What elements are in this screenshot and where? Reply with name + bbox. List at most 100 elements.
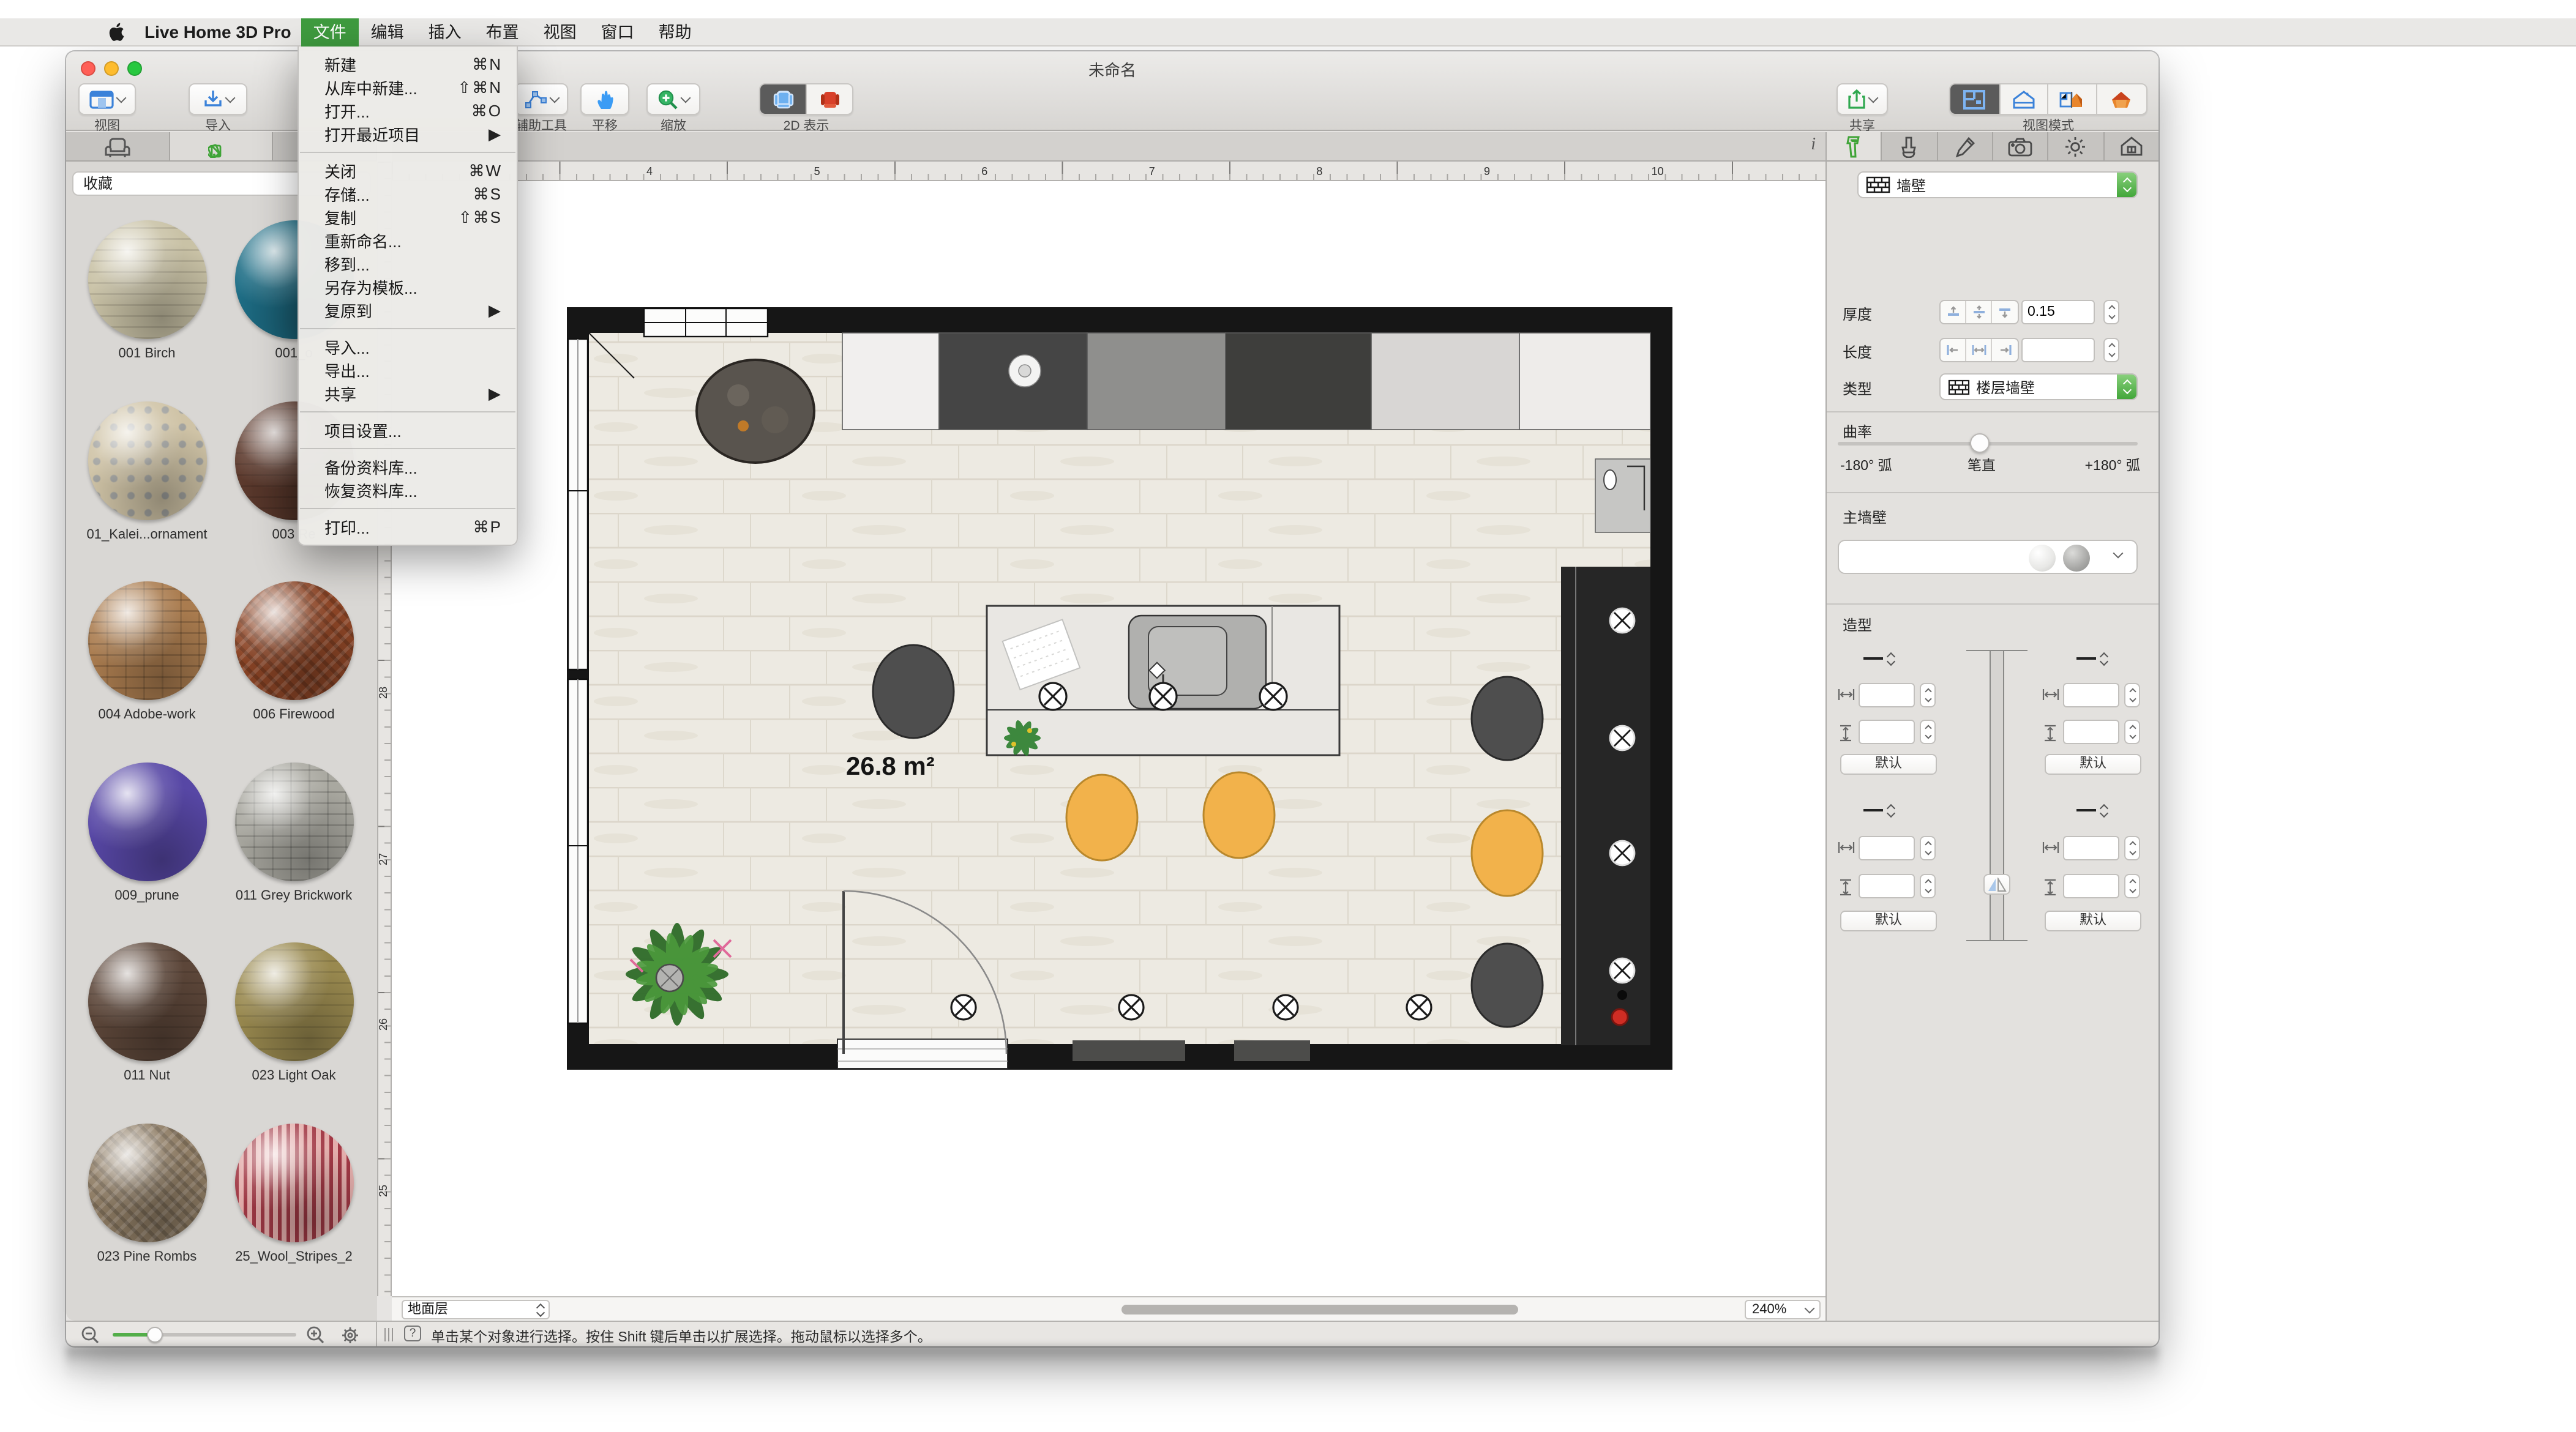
height-stepper-tl[interactable] xyxy=(1920,720,1936,744)
slider-knob[interactable] xyxy=(147,1327,163,1343)
width-stepper-tl[interactable] xyxy=(1920,683,1936,707)
file-menu-item[interactable]: 打开... ⌘O xyxy=(299,99,517,122)
file-menu-item[interactable] xyxy=(299,146,517,159)
align-bottom-segment[interactable] xyxy=(1992,301,2018,323)
height-input-tl[interactable] xyxy=(1859,720,1915,744)
height-input-bl[interactable] xyxy=(1859,874,1915,898)
file-menu-item[interactable] xyxy=(299,502,517,515)
material-swatch[interactable]: 25_Wool_Stripes_2 xyxy=(220,1123,367,1264)
length-stepper[interactable] xyxy=(2103,338,2119,362)
zoom-in-icon[interactable] xyxy=(306,1326,324,1344)
material-swatch[interactable]: 004 Adobe-work xyxy=(73,581,220,722)
align-center-segment[interactable] xyxy=(1966,301,1992,323)
plan-canvas[interactable]: 26.8 m² xyxy=(392,181,1825,1296)
gear-icon[interactable] xyxy=(340,1326,360,1345)
2d-symbol-view-segment[interactable] xyxy=(807,84,852,114)
floor-select[interactable]: 地面层 xyxy=(402,1300,550,1319)
menu-item[interactable]: 帮助 xyxy=(646,18,704,46)
corner-counter[interactable] xyxy=(1595,459,1650,532)
kitchen-counter-run[interactable] xyxy=(842,333,1650,430)
file-menu-item[interactable]: 导出... xyxy=(299,359,517,382)
height-stepper-bl[interactable] xyxy=(1920,874,1936,898)
pan-button[interactable] xyxy=(580,83,629,115)
wall-type-select[interactable]: 楼层墙壁 xyxy=(1939,373,2138,400)
select-stepper[interactable] xyxy=(2117,171,2138,198)
menu-item[interactable]: 编辑 xyxy=(359,18,416,46)
width-input-bl[interactable] xyxy=(1859,836,1915,860)
horizontal-scrollbar[interactable] xyxy=(563,1305,1740,1315)
slider-knob[interactable] xyxy=(1970,433,1990,453)
extend-right-segment[interactable] xyxy=(1992,339,2018,361)
view-button[interactable] xyxy=(78,83,136,115)
menu-item[interactable]: 窗口 xyxy=(589,18,646,46)
file-menu-item[interactable]: 共享 ▶ xyxy=(299,382,517,405)
edge-style-control-tr[interactable] xyxy=(2076,651,2118,666)
3d-view-segment[interactable] xyxy=(2097,84,2146,114)
material-swatch[interactable]: 011 Nut xyxy=(73,942,220,1083)
curvature-slider[interactable] xyxy=(1838,442,2138,446)
menu-item[interactable]: 视图 xyxy=(531,18,589,46)
wall-cabinet-run[interactable] xyxy=(1561,567,1650,1045)
object-type-select[interactable]: 墙壁 xyxy=(1857,171,2138,198)
material-swatch[interactable]: 011 Grey Brickwork xyxy=(220,762,367,903)
file-menu-item[interactable]: 存储... ⌘S xyxy=(299,182,517,206)
select-stepper[interactable] xyxy=(2117,373,2138,400)
align-top-segment[interactable] xyxy=(1941,301,1966,323)
kitchen-island[interactable] xyxy=(987,606,1339,755)
tab-camera[interactable] xyxy=(1993,132,2049,160)
materials-library-tab[interactable] xyxy=(170,132,273,160)
bottom-wall-cabinet[interactable] xyxy=(1073,1040,1185,1061)
width-input-br[interactable] xyxy=(2063,836,2119,860)
file-menu-item[interactable]: 关闭 ⌘W xyxy=(299,159,517,182)
file-menu-item[interactable] xyxy=(299,442,517,455)
height-input-tr[interactable] xyxy=(2063,720,2119,744)
height-stepper-tr[interactable] xyxy=(2124,720,2140,744)
zoom-out-icon[interactable] xyxy=(81,1326,99,1344)
material-swatch[interactable]: 009_prune xyxy=(73,762,220,903)
file-menu-item[interactable] xyxy=(299,405,517,419)
menu-item[interactable]: 插入 xyxy=(416,18,474,46)
file-menu-item[interactable]: 移到... xyxy=(299,252,517,275)
thickness-input[interactable] xyxy=(2021,300,2095,324)
material-swatch[interactable]: 001 Birch xyxy=(73,220,220,361)
zoom-tool-button[interactable] xyxy=(646,83,700,115)
file-menu-item[interactable]: 导入... xyxy=(299,335,517,359)
extend-both-segment[interactable] xyxy=(1966,339,1992,361)
thickness-stepper[interactable] xyxy=(2103,300,2119,324)
floor-plan-view-segment[interactable] xyxy=(1950,84,2000,114)
file-menu-item[interactable]: 打印... ⌘P xyxy=(299,515,517,539)
help-icon[interactable]: ? xyxy=(404,1326,421,1341)
default-button-br[interactable]: 默认 xyxy=(2045,911,2141,931)
file-menu-item[interactable]: 恢复资料库... xyxy=(299,479,517,502)
width-stepper-tr[interactable] xyxy=(2124,683,2140,707)
menu-item[interactable]: 文件 xyxy=(301,18,359,46)
mirror-button[interactable] xyxy=(1983,874,2010,895)
menu-item[interactable]: 布置 xyxy=(474,18,531,46)
drag-handle[interactable] xyxy=(384,1328,394,1341)
width-input-tl[interactable] xyxy=(1859,683,1915,707)
helper-tools-button[interactable] xyxy=(514,83,568,115)
furniture-library-tab[interactable] xyxy=(66,132,170,160)
material-swatch[interactable]: 006 Firewood xyxy=(220,581,367,722)
tab-light[interactable] xyxy=(2049,132,2105,160)
window-top-wall[interactable] xyxy=(644,308,768,337)
tab-materials[interactable] xyxy=(1882,132,1938,160)
length-input[interactable] xyxy=(2021,338,2095,362)
swatch-size-slider[interactable] xyxy=(113,1333,296,1337)
import-button[interactable] xyxy=(189,83,247,115)
file-menu-item[interactable]: 备份资料库... xyxy=(299,455,517,479)
extend-left-segment[interactable] xyxy=(1941,339,1966,361)
round-table[interactable] xyxy=(697,360,814,463)
windows-left-wall[interactable] xyxy=(568,339,588,1023)
tab-edit[interactable] xyxy=(1938,132,1993,160)
material-swatch[interactable]: 023 Light Oak xyxy=(220,942,367,1083)
width-stepper-br[interactable] xyxy=(2124,836,2140,860)
file-menu-item[interactable]: 新建 ⌘N xyxy=(299,53,517,76)
edge-style-control-tl[interactable] xyxy=(1863,651,1905,666)
2d-colored-view-segment[interactable] xyxy=(760,84,807,114)
file-menu-item[interactable]: 项目设置... xyxy=(299,419,517,442)
tab-building[interactable] xyxy=(2104,132,2159,160)
edge-style-control-br[interactable] xyxy=(2076,803,2118,818)
default-button-tr[interactable]: 默认 xyxy=(2045,754,2141,775)
file-menu-item[interactable]: 重新命名... xyxy=(299,229,517,252)
